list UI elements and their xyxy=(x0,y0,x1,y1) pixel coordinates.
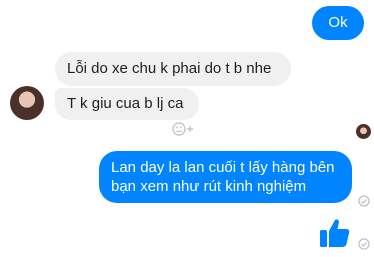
message-text: Lỗi do xe chu k phai do t b nhe xyxy=(67,60,272,77)
chat-window: { "messages": { "out_1": "Ok", "in_1": "… xyxy=(0,0,374,257)
outgoing-message[interactable]: Lan day la lan cuối t lấy hàng bên bạn x… xyxy=(99,151,352,203)
read-receipt-avatar xyxy=(356,124,371,139)
incoming-message[interactable]: T k giu cua b lj ca xyxy=(55,88,199,120)
incoming-message[interactable]: Lỗi do xe chu k phai do t b nhe xyxy=(55,52,291,86)
message-text: T k giu cua b lj ca xyxy=(67,95,184,112)
thumbs-up-icon[interactable] xyxy=(318,216,352,250)
check-circle-icon xyxy=(358,195,370,207)
sender-avatar[interactable] xyxy=(10,86,44,120)
smiley-plus-icon[interactable] xyxy=(172,121,194,137)
message-text: Ok xyxy=(328,14,348,31)
check-circle-icon xyxy=(358,238,370,250)
message-text: Lan day la lan cuối t lấy hàng bên bạn x… xyxy=(111,159,335,195)
outgoing-message[interactable]: Ok xyxy=(312,6,364,40)
